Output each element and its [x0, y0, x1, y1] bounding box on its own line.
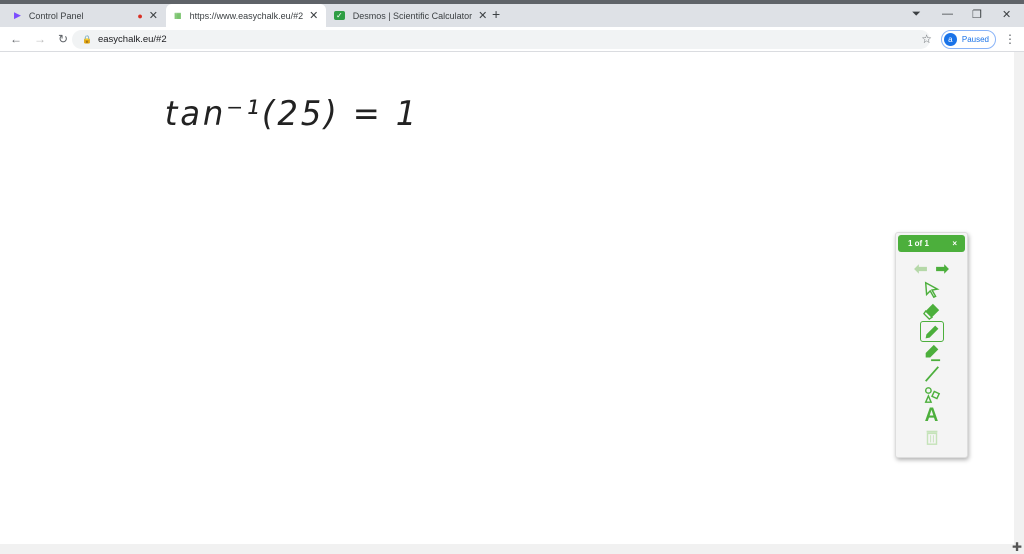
recording-icon: ● [137, 10, 143, 21]
forward-arrow-icon[interactable]: ➡ [936, 259, 949, 279]
handwritten-equation: tan⁻¹(25) = 1 [164, 94, 420, 134]
address-bar-row: ← → ↻ 🔒 easychalk.eu/#2 ☆ a Paused ⋮ [0, 27, 1024, 52]
vertical-scrollbar[interactable] [1014, 52, 1024, 544]
close-window-button[interactable]: ✕ [1002, 8, 1011, 21]
desmos-icon: ✓ [334, 11, 345, 20]
line-tool-icon[interactable] [896, 363, 967, 384]
profile-button[interactable]: a Paused [940, 30, 996, 49]
highlighter-tool-icon[interactable] [896, 342, 967, 363]
menu-icon[interactable]: ⋮ [1004, 32, 1016, 46]
tab-control-panel[interactable]: ▶ Control Panel ● ✕ [6, 4, 166, 27]
pen-tool-icon[interactable] [919, 321, 944, 342]
close-panel-icon[interactable]: × [952, 239, 957, 248]
bookmark-star-icon[interactable]: ☆ [921, 32, 932, 46]
eraser-tool-icon[interactable] [896, 300, 967, 321]
maximize-button[interactable]: ❐ [972, 8, 982, 21]
back-icon[interactable]: ← [10, 32, 24, 46]
close-tab-icon[interactable]: ✕ [478, 9, 487, 22]
horizontal-scrollbar[interactable] [0, 544, 1024, 554]
lock-icon: 🔒 [82, 35, 92, 44]
tool-panel: 1 of 1 × ⬅ ➡ A [895, 232, 968, 458]
back-arrow-icon[interactable]: ⬅ [914, 259, 927, 279]
trash-icon[interactable] [896, 426, 967, 447]
forward-icon[interactable]: → [34, 32, 48, 46]
minimize-button[interactable]: — [942, 8, 953, 20]
easychalk-icon: ▦ [174, 11, 182, 20]
text-tool-icon[interactable]: A [896, 405, 967, 426]
tab-easychalk[interactable]: ▦ https://www.easychalk.eu/#2 ✕ [166, 4, 326, 27]
avatar: a [943, 33, 957, 46]
panel-header: 1 of 1 × [898, 235, 965, 252]
select-tool-icon[interactable] [896, 279, 967, 300]
shapes-tool-icon[interactable] [896, 384, 967, 405]
close-tab-icon[interactable]: ✕ [149, 9, 158, 22]
tab-desmos[interactable]: ✓ Desmos | Scientific Calculator ✕ [326, 4, 487, 27]
resize-handle-icon[interactable]: ✚ [1010, 540, 1024, 554]
close-tab-icon[interactable]: ✕ [309, 9, 318, 22]
new-tab-button[interactable]: + [492, 6, 500, 22]
drawing-canvas[interactable] [0, 52, 1014, 544]
play-logo-icon: ▶ [14, 10, 21, 20]
tab-strip: ▶ Control Panel ● ✕ ▦ https://www.easych… [0, 4, 1024, 27]
tab-search-icon[interactable]: ⏷ [912, 8, 921, 21]
url-field[interactable]: 🔒 easychalk.eu/#2 [72, 30, 930, 49]
reload-icon[interactable]: ↻ [58, 32, 72, 46]
